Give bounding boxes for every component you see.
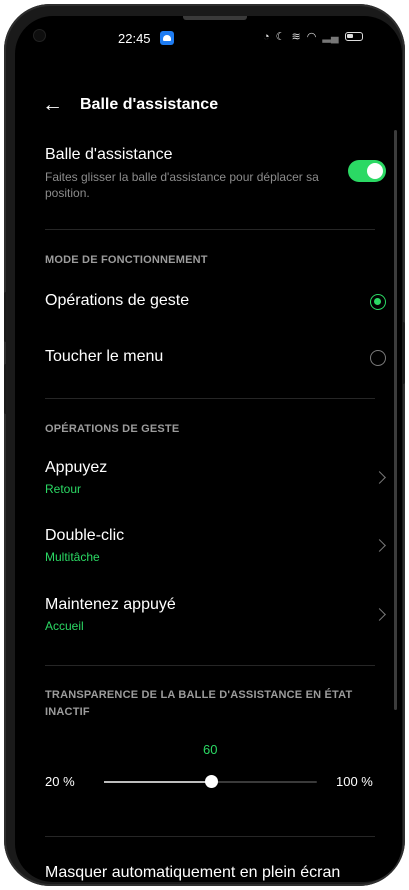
radio-label: Opérations de geste	[45, 292, 190, 309]
signal-icon: ▂▄	[322, 31, 339, 43]
volume-up-button	[4, 292, 8, 342]
status-time: 22:45	[118, 31, 151, 46]
status-icons: ◔ ☾ ≋ ◠ ▂▄	[263, 30, 363, 43]
radio-touch-menu[interactable]: Toucher le menu	[45, 348, 386, 366]
transparency-slider[interactable]	[104, 775, 317, 788]
slider-min-label: 20 %	[45, 774, 75, 789]
vibrate-icon: ≋	[291, 31, 301, 43]
volume-down-button	[4, 364, 8, 414]
app-header: ← Balle d'assistance	[42, 94, 218, 116]
gesture-item-tap[interactable]: Appuyez Retour	[45, 459, 386, 497]
toggle-row-description: Faites glisser la balle d'assistance pou…	[45, 170, 319, 200]
gesture-item-double-click[interactable]: Double-clic Multitâche	[45, 527, 386, 565]
scrollbar[interactable]	[394, 130, 397, 710]
page-title: Balle d'assistance	[80, 96, 219, 113]
arrow-left-icon[interactable]: ←	[42, 94, 66, 116]
section-header-mode: MODE DE FONCTIONNEMENT	[45, 254, 208, 266]
divider	[45, 398, 375, 399]
assist-ball-switch[interactable]	[348, 160, 386, 182]
gesture-value: Accueil	[45, 619, 84, 633]
slider-thumb[interactable]	[204, 775, 218, 788]
divider	[45, 665, 375, 666]
screen: 22:45 ◔ ☾ ≋ ◠ ▂▄ ← Balle d'assistance Ba…	[15, 16, 402, 882]
toggle-row-title: Balle d'assistance	[45, 146, 173, 163]
gesture-title: Double-clic	[45, 527, 125, 544]
gesture-value: Retour	[45, 482, 82, 496]
divider	[45, 836, 375, 837]
gesture-value: Multitâche	[45, 550, 100, 564]
assist-ball-toggle-row[interactable]: Balle d'assistance Faites glisser la bal…	[45, 146, 386, 201]
earpiece	[183, 16, 247, 20]
gesture-item-long-press[interactable]: Maintenez appuyé Accueil	[45, 596, 386, 634]
front-camera	[34, 30, 45, 41]
divider	[45, 229, 375, 230]
section-header-gestures: OPÉRATIONS DE GESTE	[45, 423, 180, 435]
slider-fill	[104, 781, 211, 783]
battery-icon	[344, 32, 363, 41]
gesture-title: Appuyez	[45, 459, 108, 476]
phone-frame: 22:45 ◔ ☾ ≋ ◠ ▂▄ ← Balle d'assistance Ba…	[4, 4, 405, 886]
slider-max-label: 100 %	[336, 774, 373, 789]
switch-knob	[367, 163, 383, 179]
radio-unselected-icon[interactable]	[370, 350, 386, 366]
section-header-transparency: TRANSPARENCE DE LA BALLE D'ASSISTANCE EN…	[45, 689, 353, 718]
radio-label: Toucher le menu	[45, 348, 164, 365]
slider-value: 60	[203, 742, 218, 757]
radio-gesture-operations[interactable]: Opérations de geste	[45, 292, 386, 310]
wifi-icon: ◠	[306, 31, 317, 43]
app-notification-icon	[160, 31, 174, 45]
alarm-icon: ◔	[263, 30, 270, 43]
radio-selected-icon[interactable]	[370, 294, 386, 310]
auto-hide-row-label[interactable]: Masquer automatiquement en plein écran	[45, 864, 340, 882]
gesture-title: Maintenez appuyé	[45, 596, 176, 613]
moon-icon: ☾	[275, 31, 286, 43]
